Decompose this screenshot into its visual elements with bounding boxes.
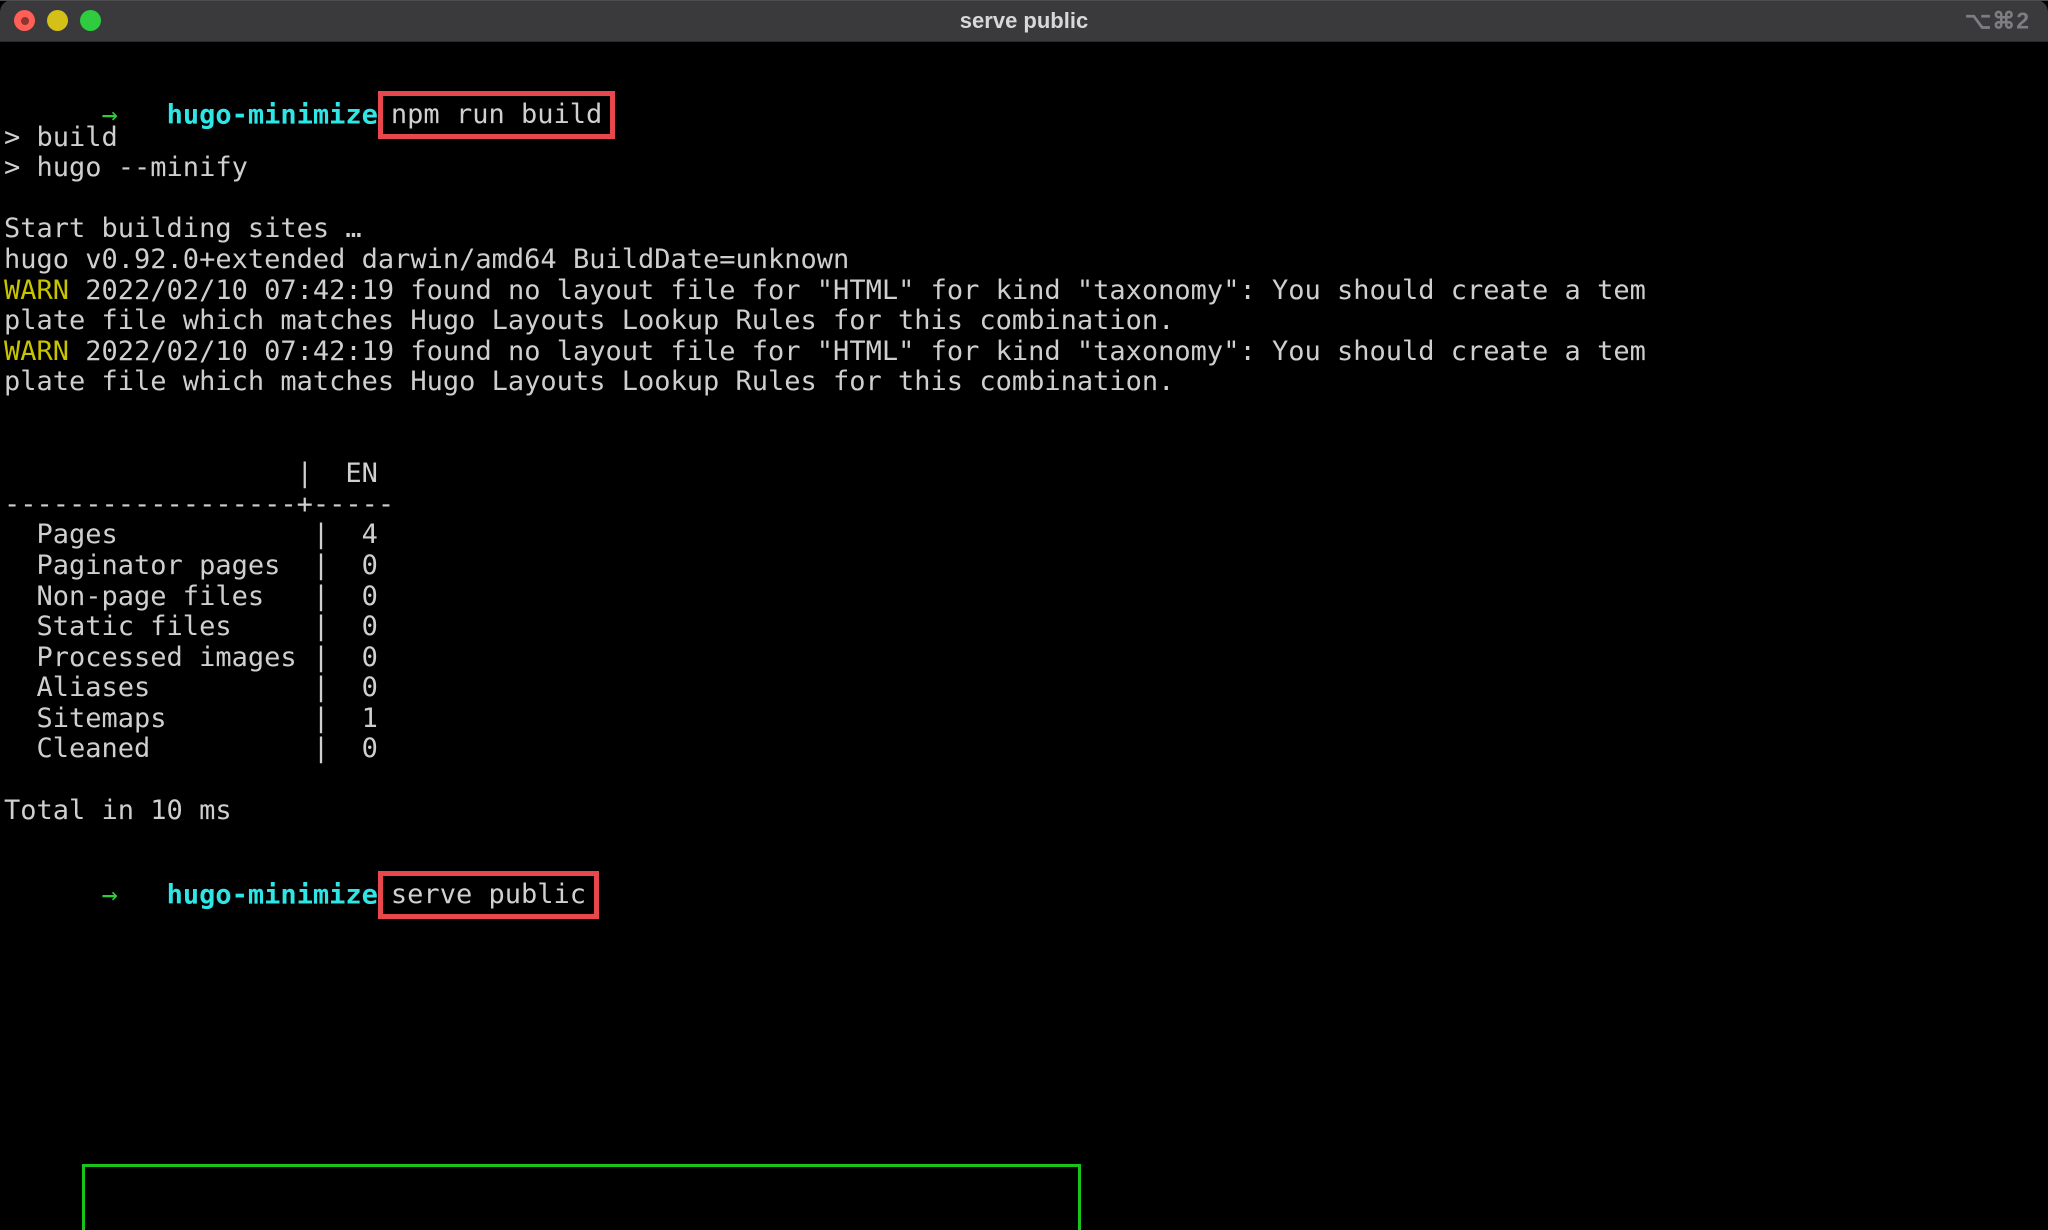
stat-label: Static files (4, 611, 313, 643)
warn-level-label: WARN (4, 335, 70, 367)
stat-value: 0 (329, 611, 378, 643)
prompt-arrow-icon: → (101, 879, 118, 911)
npm-script-name-line: > build (4, 121, 118, 153)
total-time-line: Total in 10 ms (4, 794, 232, 826)
warn-message: found no layout file for "HTML" for kind… (410, 274, 1646, 306)
prompt-line-2: → hugo-minimize serve public (0, 826, 2048, 920)
stat-label: Aliases (4, 672, 313, 704)
warning-line-1b: plate file which matches Hugo Layouts Lo… (4, 305, 1175, 337)
traffic-lights (0, 10, 101, 31)
stat-label: Cleaned (4, 733, 313, 765)
serving-panel: Serving! (82, 1164, 1081, 1230)
table-row: Aliases | 0 (0, 672, 2048, 704)
stat-value: 0 (329, 580, 378, 612)
table-row: Processed images | 0 (0, 641, 2048, 674)
stat-sep: | (312, 611, 330, 643)
stat-sep: | (312, 580, 330, 612)
warning-line-1a: WARN 2022/02/10 07:42:19 found no layout… (0, 274, 2048, 307)
table-row: Static files | 0 (0, 611, 2048, 643)
keyboard-shortcut-badge: ⌥⌘2 (1964, 7, 2030, 33)
stat-sep: | (312, 733, 330, 765)
start-building-line: Start building sites … (4, 213, 362, 245)
warning-line-2b: plate file which matches Hugo Layouts Lo… (4, 366, 1175, 398)
hugo-version-line: hugo v0.92.0+extended darwin/amd64 Build… (4, 243, 850, 275)
stat-value: 0 (329, 672, 378, 704)
table-row: Non-page files | 0 (0, 580, 2048, 613)
stats-table-separator: ------------------+----- (4, 488, 395, 520)
highlighted-command-serve-public[interactable]: serve public (377, 871, 599, 920)
stat-label: Non-page files (4, 580, 313, 612)
npm-script-command-line: > hugo --minify (4, 152, 248, 184)
table-row: Sitemaps | 1 (0, 702, 2048, 735)
prompt-line-1: → hugo-minimize npm run build (0, 46, 2048, 139)
zoom-button[interactable] (80, 10, 101, 31)
warning-line-2a: WARN 2022/02/10 07:42:19 found no layout… (0, 335, 2048, 368)
table-row: Cleaned | 0 (0, 734, 2048, 765)
stat-value: 0 (329, 641, 378, 673)
stat-label: Processed images (4, 641, 313, 673)
stat-sep: | (312, 672, 330, 704)
window-title: serve public (959, 7, 1089, 33)
stat-sep: | (312, 702, 330, 734)
stat-value: 0 (329, 733, 378, 765)
stat-label: Sitemaps (4, 702, 313, 734)
close-button[interactable] (14, 10, 35, 31)
stat-sep: | (312, 519, 330, 551)
warn-message: found no layout file for "HTML" for kind… (410, 335, 1646, 367)
table-row: Paginator pages | 0 (0, 549, 2048, 582)
stat-value: 1 (329, 702, 378, 734)
warn-level-label: WARN (4, 274, 70, 306)
terminal-output-area[interactable]: → hugo-minimize npm run build > build > h… (0, 42, 2048, 1230)
stat-label: Paginator pages (4, 549, 313, 581)
stat-value: 4 (329, 519, 378, 551)
prompt-directory: hugo-minimize (166, 879, 378, 911)
terminal-window: serve public ⌥⌘2 → hugo-minimize npm run … (0, 0, 2048, 1230)
minimize-button[interactable] (47, 10, 68, 31)
warn-timestamp: 2022/02/10 07:42:19 (85, 335, 395, 367)
table-row: Pages | 4 (0, 520, 2048, 551)
stats-table-header: | EN (4, 458, 378, 490)
stat-label: Pages (4, 519, 313, 551)
stat-value: 0 (329, 549, 378, 581)
window-titlebar: serve public ⌥⌘2 (0, 0, 2048, 42)
warn-timestamp: 2022/02/10 07:42:19 (85, 274, 395, 306)
stat-sep: | (312, 641, 330, 673)
stat-sep: | (312, 549, 330, 581)
